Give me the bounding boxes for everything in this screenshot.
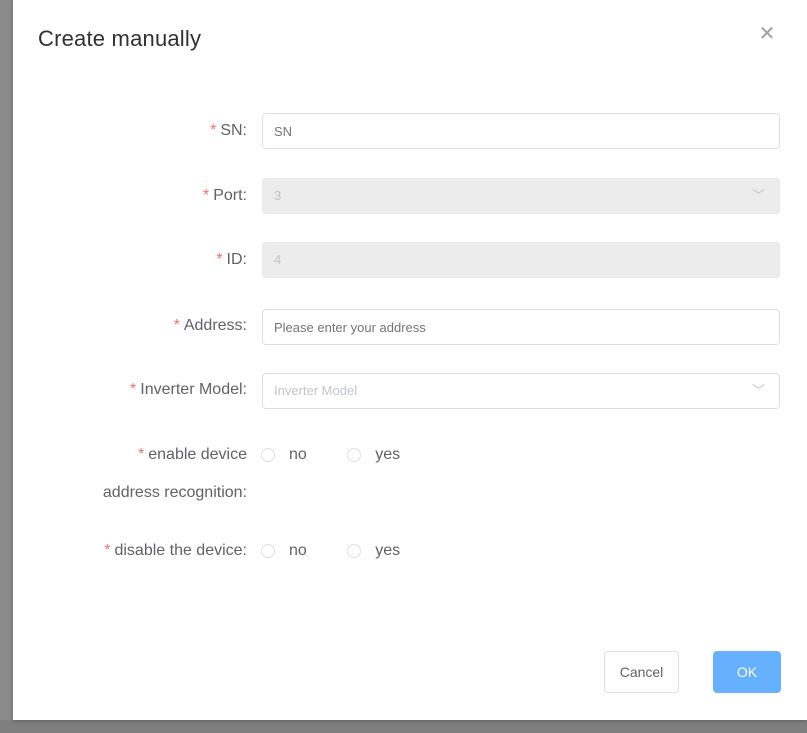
- inverter-model-placeholder: Inverter Model: [274, 383, 358, 398]
- address-label-text: Address:: [183, 317, 247, 334]
- sn-label: * SN:: [210, 112, 247, 150]
- create-manually-dialog: Create manually ✕ *SN: *Port: 3 ﹀ *ID: 4…: [13, 0, 807, 720]
- close-icon[interactable]: ✕: [757, 24, 777, 44]
- address-recognition-label-line2: address recognition:: [102, 484, 247, 501]
- required-mark: *: [216, 251, 223, 268]
- port-select[interactable]: 3 ﹀: [262, 178, 780, 214]
- sn-input[interactable]: [262, 113, 780, 149]
- sn-label-text: SN:: [220, 122, 247, 139]
- address-recognition-no-radio[interactable]: no: [261, 436, 307, 474]
- radio-circle-icon: [261, 448, 275, 462]
- address-recognition-label: * enable device address recognition:: [103, 436, 247, 512]
- disable-device-label: * disable the device:: [104, 532, 247, 570]
- backdrop-left: [0, 0, 13, 733]
- radio-label: yes: [375, 542, 401, 559]
- address-label: * Address:: [174, 307, 247, 345]
- radio-circle-icon: [347, 544, 362, 558]
- chevron-down-icon: ﹀: [751, 188, 765, 203]
- id-label: * ID:: [216, 241, 247, 279]
- required-mark: *: [173, 317, 180, 334]
- ok-button[interactable]: OK: [713, 651, 781, 693]
- required-mark: *: [210, 122, 217, 139]
- radio-label: no: [289, 446, 307, 463]
- disable-device-label-text: disable the device:: [114, 542, 247, 559]
- inverter-model-select[interactable]: Inverter Model ﹀: [262, 373, 780, 409]
- radio-circle-icon: [347, 448, 362, 462]
- disable-device-yes-radio[interactable]: yes: [347, 532, 400, 570]
- port-label-text: Port:: [213, 187, 247, 204]
- chevron-down-icon: ﹀: [751, 383, 765, 398]
- required-mark: *: [104, 542, 111, 559]
- address-input[interactable]: [262, 309, 780, 345]
- dialog-title: Create manually: [38, 26, 202, 51]
- disable-device-radio-group: no yes: [261, 532, 436, 573]
- port-label: * Port:: [203, 177, 247, 215]
- cancel-button[interactable]: Cancel: [604, 651, 679, 693]
- required-mark: *: [130, 381, 137, 398]
- required-mark: *: [202, 187, 210, 204]
- radio-label: yes: [375, 446, 401, 463]
- address-recognition-label-line1: enable device: [148, 446, 247, 463]
- radio-circle-icon: [261, 544, 275, 558]
- id-value: 4: [274, 252, 282, 267]
- address-recognition-radio-group: no yes: [261, 436, 436, 477]
- required-mark: *: [138, 446, 145, 463]
- backdrop-bottom: [0, 720, 807, 733]
- inverter-model-label: * Inverter Model:: [130, 371, 247, 409]
- address-recognition-yes-radio[interactable]: yes: [347, 436, 400, 474]
- inverter-model-label-text: Inverter Model:: [140, 381, 247, 398]
- disable-device-no-radio[interactable]: no: [261, 532, 307, 570]
- port-value: 3: [274, 188, 282, 203]
- radio-label: no: [289, 542, 307, 559]
- id-input[interactable]: 4: [262, 242, 780, 278]
- id-label-text: ID:: [226, 251, 247, 268]
